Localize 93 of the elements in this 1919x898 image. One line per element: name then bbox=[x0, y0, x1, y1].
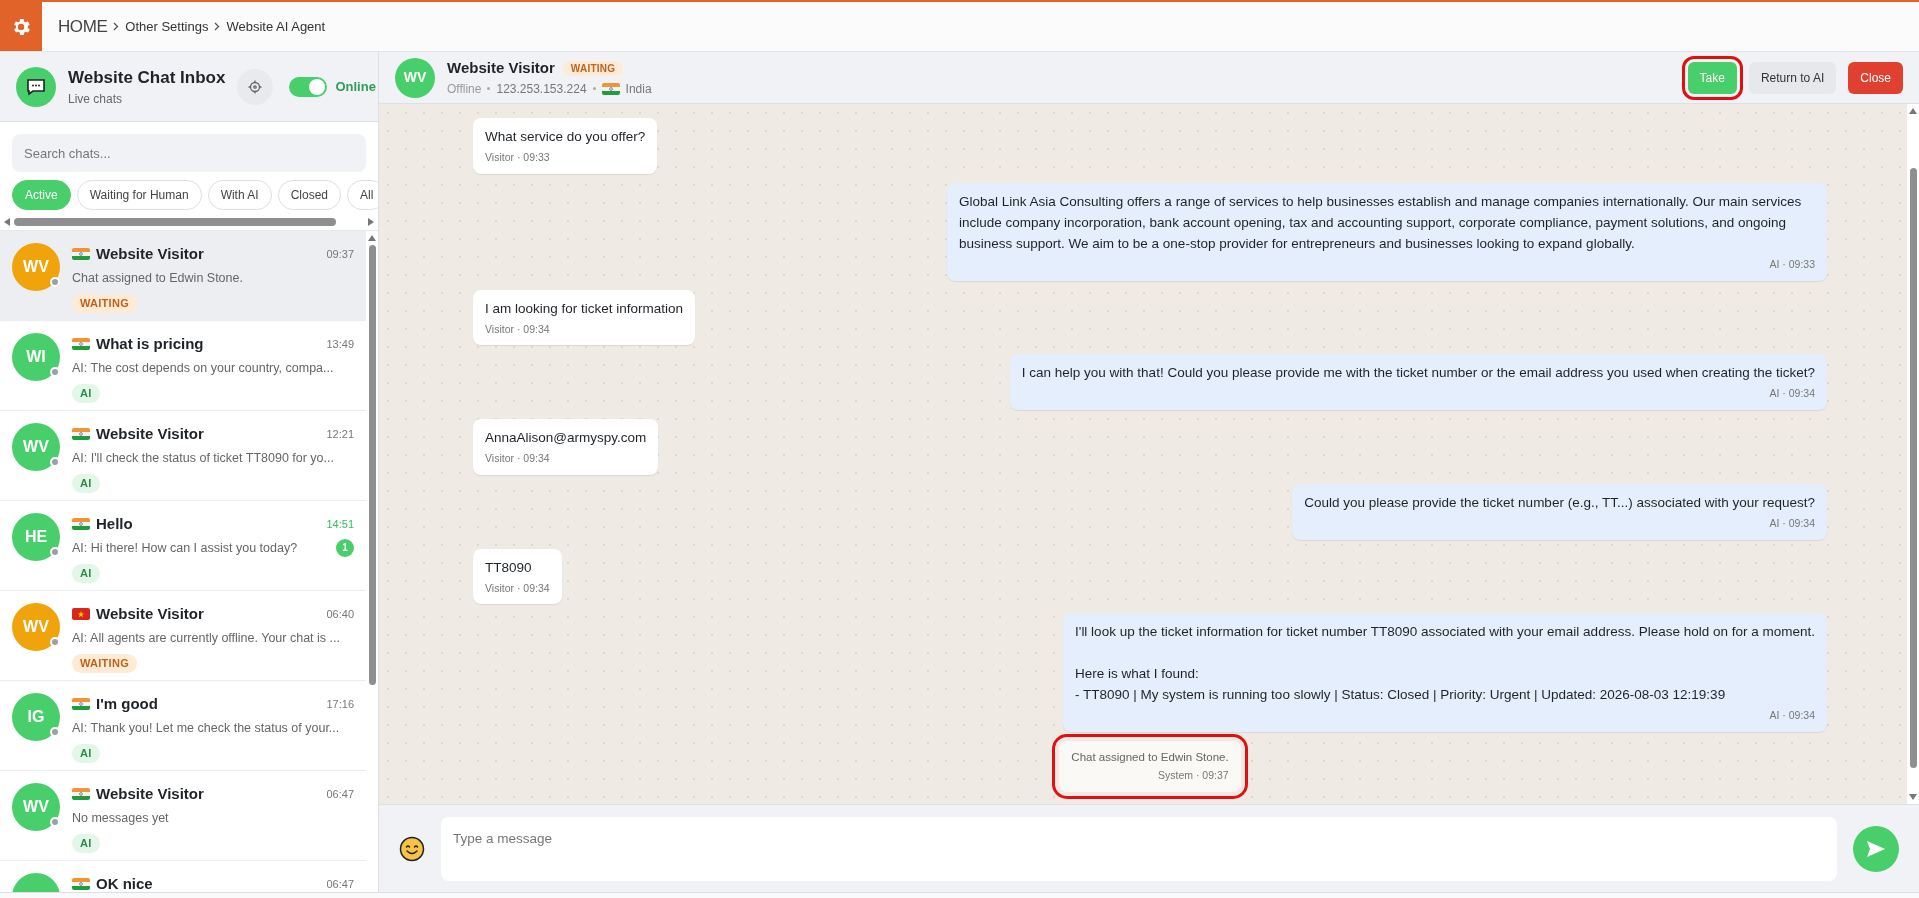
message-input[interactable]: Type a message bbox=[441, 816, 1837, 881]
scrollbar-thumb[interactable] bbox=[368, 245, 376, 685]
message-meta: System · 09:37 bbox=[1158, 768, 1229, 783]
ip-address: 123.253.153.224 bbox=[496, 80, 587, 98]
action-button[interactable]: Close bbox=[1848, 61, 1903, 94]
message-meta: AI · 09:34 bbox=[1769, 708, 1815, 724]
message-text: Chat assigned to Edwin Stone. bbox=[1071, 750, 1229, 765]
chat-preview: Chat assigned to Edwin Stone. bbox=[72, 269, 243, 287]
smiley-icon[interactable] bbox=[399, 835, 425, 862]
inbox-subtitle: Live chats bbox=[68, 91, 124, 109]
chevron-right-icon bbox=[113, 22, 120, 31]
send-icon bbox=[1866, 839, 1886, 858]
breadcrumb-link[interactable]: HOME bbox=[58, 13, 108, 40]
filter-tab[interactable]: With AI bbox=[207, 180, 272, 210]
breadcrumb-link[interactable]: Website AI Agent bbox=[226, 16, 326, 37]
chat-name: Website Visitor bbox=[96, 424, 204, 444]
scroll-arrow-icon[interactable] bbox=[4, 218, 10, 226]
status-badge: WAITING bbox=[562, 61, 624, 76]
chat-time: 09:37 bbox=[326, 247, 354, 262]
chat-preview: No messages yet bbox=[72, 809, 169, 827]
chat-time: 06:47 bbox=[326, 787, 354, 802]
message-text: Could you please provide the ticket number (e.g., TT...) associated with your request? bbox=[1304, 493, 1815, 512]
avatar: IG bbox=[12, 693, 60, 741]
message-meta: Visitor · 09:33 bbox=[485, 150, 550, 165]
message-text: AnnaAlison@armyspy.com bbox=[485, 429, 647, 447]
scroll-arrow-icon[interactable] bbox=[368, 218, 374, 226]
chat-preview: AI: Thank you! Let me check the status of your... bbox=[72, 719, 340, 737]
chat-time: 17:16 bbox=[326, 697, 354, 712]
message-text: I'll look up the ticket information for ticket number TT8090 associated with your email address. Please hold on for a moment. Here is what I found: - TT8090 | My system is running too slowly | Status: Closed | Priority: Urgent | Updated: 2026-08-03 12:19:39 bbox=[1075, 623, 1815, 705]
message-meta: Visitor · 09:34 bbox=[485, 580, 550, 596]
chat-time: 13:49 bbox=[326, 337, 354, 352]
chevron-right-icon bbox=[214, 22, 221, 31]
status-badge: AI bbox=[72, 744, 100, 763]
chat-name: Website Visitor bbox=[96, 604, 204, 624]
avatar: WI bbox=[12, 333, 60, 381]
scrollbar-thumb[interactable] bbox=[14, 218, 336, 226]
inbox-title: Website Chat Inbox bbox=[68, 66, 226, 89]
online-label: Online bbox=[335, 77, 376, 96]
message-meta: Visitor · 09:34 bbox=[485, 321, 550, 337]
message-meta: AI · 09:34 bbox=[1769, 386, 1815, 402]
chat-time: 06:40 bbox=[326, 607, 354, 622]
visitor-name: Website Visitor bbox=[447, 58, 555, 79]
chat-name: Hello bbox=[96, 514, 133, 534]
status-badge: AI bbox=[72, 474, 100, 493]
scroll-arrow-icon[interactable] bbox=[368, 235, 376, 241]
chat-name: Website Visitor bbox=[96, 784, 204, 804]
send-button[interactable] bbox=[1853, 825, 1899, 872]
filter-tab[interactable]: Waiting for Human bbox=[76, 180, 202, 210]
message-text: TT8090 bbox=[485, 558, 533, 577]
status-badge: AI bbox=[72, 834, 100, 853]
status-badge: AI bbox=[72, 564, 100, 583]
message-meta: AI · 09:34 bbox=[1769, 515, 1815, 531]
avatar: HE bbox=[12, 513, 60, 561]
message-meta: AI · 09:33 bbox=[1769, 256, 1815, 272]
chat-name: What is pricing bbox=[96, 334, 204, 354]
unread-count: 1 bbox=[336, 538, 354, 557]
avatar: WV bbox=[12, 783, 60, 831]
chat-time: 12:21 bbox=[326, 427, 354, 442]
filter-tab[interactable]: All bbox=[347, 180, 378, 210]
message-text: Global Link Asia Consulting offers a range of services to help businesses establish and manage companies internationally. Our main services include company incorporation, bank account opening, tax and accounting support, corporate compliance, payment solutions, and ongoing business support. We aim to be a one-stop provider for entrepreneurs and businesses looking to expand globally. bbox=[959, 192, 1803, 253]
settings-button[interactable] bbox=[0, 2, 42, 51]
status-badge: WAITING bbox=[72, 294, 137, 313]
status-badge: WAITING bbox=[72, 654, 137, 673]
scrollbar-thumb[interactable] bbox=[1909, 168, 1917, 768]
avatar: WV bbox=[12, 423, 60, 471]
chat-time: 14:51 bbox=[326, 517, 354, 532]
presence-status: Offline bbox=[447, 80, 482, 98]
chat-name: OK nice bbox=[96, 874, 153, 892]
chat-name: Website Visitor bbox=[96, 244, 204, 264]
chat-time: 06:47 bbox=[326, 877, 354, 892]
search-field[interactable]: Search chats... bbox=[12, 134, 366, 172]
message-text: What service do you offer? bbox=[485, 128, 646, 146]
avatar: WV bbox=[12, 243, 60, 291]
chat-list-item[interactable]: WV Website Visitor 09:37 Chat assigned to Edwin Stone. WAITING bbox=[0, 231, 366, 321]
chat-name: I'm good bbox=[96, 694, 158, 714]
country-name: India bbox=[625, 80, 652, 98]
action-button[interactable]: Return to AI bbox=[1748, 61, 1837, 94]
chat-preview: AI: I'll check the status of ticket TT8090 for yo... bbox=[72, 449, 334, 467]
chat-preview: AI: All agents are currently offline. Your chat is ... bbox=[72, 629, 340, 647]
avatar: WV bbox=[12, 603, 60, 651]
message-text: I can help you with that! Could you please provide me with the ticket number or the email address you used when creating the ticket? bbox=[1021, 364, 1815, 383]
scroll-arrow-icon[interactable] bbox=[1909, 794, 1917, 800]
chat-logo-icon bbox=[16, 66, 56, 107]
scroll-arrow-icon[interactable] bbox=[1909, 108, 1917, 114]
avatar: WV bbox=[395, 57, 435, 98]
chat-preview: AI: Hi there! How can I assist you today? bbox=[72, 539, 298, 557]
chat-preview: AI: The cost depends on your country, compa... bbox=[72, 359, 334, 377]
message-meta: Visitor · 09:34 bbox=[485, 451, 550, 466]
filter-tab[interactable]: Closed bbox=[277, 180, 341, 210]
online-toggle[interactable] bbox=[289, 76, 328, 97]
message-text: I am looking for ticket information bbox=[485, 299, 684, 318]
breadcrumb-link[interactable]: Other Settings bbox=[125, 16, 209, 37]
status-badge: AI bbox=[72, 384, 100, 403]
